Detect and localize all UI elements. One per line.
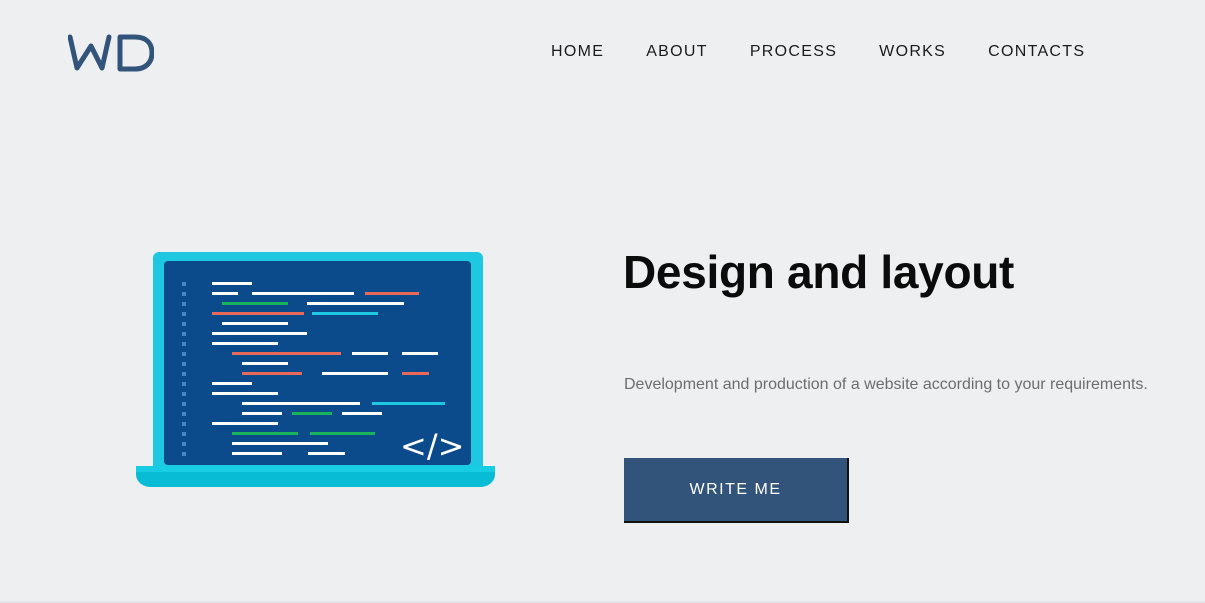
code-symbol: </> [400, 427, 464, 465]
site-header: HOME ABOUT PROCESS WORKS CONTACTS [0, 0, 1205, 100]
nav-process[interactable]: PROCESS [750, 43, 837, 61]
wd-logo[interactable] [68, 34, 154, 72]
hero-title: Design and layout [623, 246, 1015, 298]
hero-description: Development and production of a website … [624, 376, 1148, 393]
nav-about[interactable]: ABOUT [646, 43, 708, 61]
main-nav: HOME ABOUT PROCESS WORKS CONTACTS [551, 43, 1085, 61]
nav-home[interactable]: HOME [551, 43, 604, 61]
write-me-button[interactable]: WRITE ME [624, 458, 849, 523]
laptop-code-icon: </> [136, 252, 495, 487]
nav-contacts[interactable]: CONTACTS [988, 43, 1085, 61]
nav-works[interactable]: WORKS [879, 43, 946, 61]
